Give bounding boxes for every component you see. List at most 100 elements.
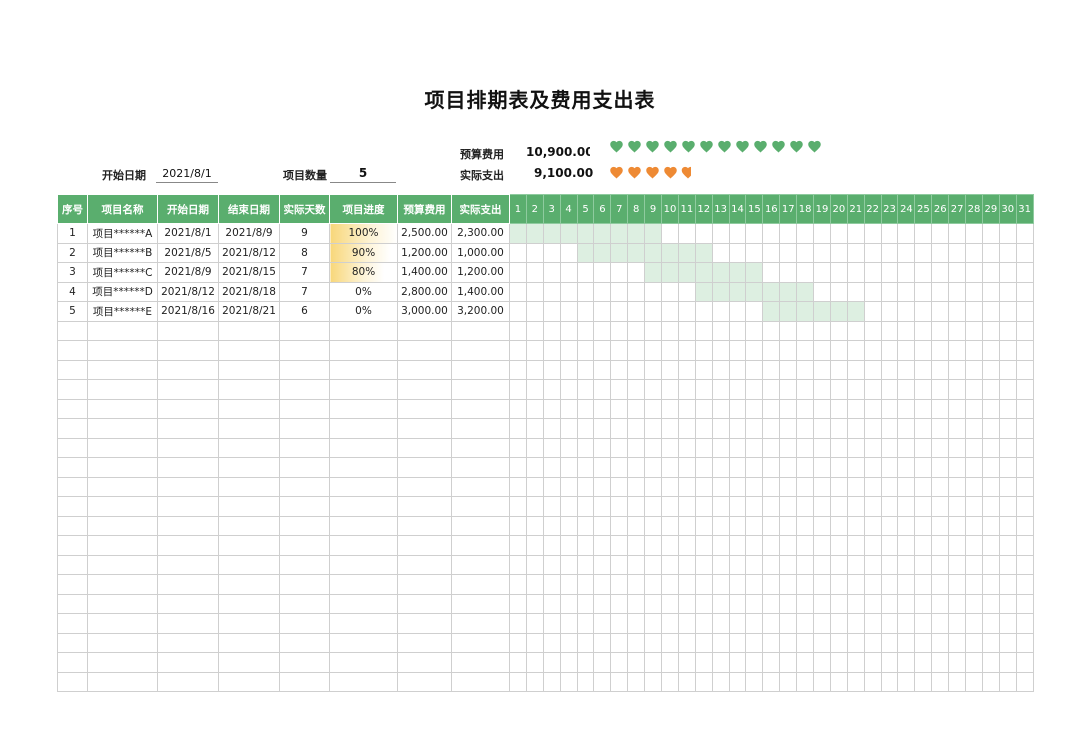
empty-cell[interactable] [1015, 652, 1034, 673]
empty-cell[interactable] [998, 671, 1017, 692]
empty-cell[interactable] [762, 671, 781, 692]
empty-cell[interactable] [542, 418, 561, 439]
cell-progress[interactable]: 80% [329, 262, 398, 283]
empty-cell[interactable] [542, 379, 561, 400]
empty-cell[interactable] [998, 496, 1017, 517]
empty-cell[interactable] [87, 320, 158, 341]
empty-cell[interactable] [157, 398, 219, 419]
empty-cell[interactable] [829, 457, 848, 478]
empty-cell[interactable] [610, 671, 629, 692]
empty-cell[interactable] [948, 437, 967, 458]
empty-cell[interactable] [728, 671, 747, 692]
empty-cell[interactable] [610, 398, 629, 419]
empty-cell[interactable] [610, 632, 629, 653]
empty-cell[interactable] [931, 476, 950, 497]
empty-cell[interactable] [576, 535, 595, 556]
empty-cell[interactable] [965, 340, 983, 361]
empty-cell[interactable] [931, 535, 950, 556]
empty-cell[interactable] [661, 379, 679, 400]
empty-cell[interactable] [998, 476, 1017, 497]
empty-cell[interactable] [931, 554, 950, 575]
empty-cell[interactable] [593, 359, 612, 380]
empty-cell[interactable] [779, 398, 798, 419]
empty-cell[interactable] [1015, 398, 1034, 419]
empty-cell[interactable] [694, 379, 713, 400]
empty-cell[interactable] [711, 398, 730, 419]
empty-cell[interactable] [397, 574, 452, 595]
empty-cell[interactable] [218, 496, 280, 517]
empty-cell[interactable] [779, 379, 798, 400]
empty-cell[interactable] [661, 632, 679, 653]
empty-cell[interactable] [796, 418, 815, 439]
cell-name[interactable]: 项目******C [87, 262, 158, 283]
empty-cell[interactable] [593, 320, 612, 341]
cell-no[interactable]: 4 [57, 281, 88, 302]
empty-cell[interactable] [57, 574, 88, 595]
empty-cell[interactable] [965, 476, 983, 497]
empty-cell[interactable] [329, 652, 398, 673]
empty-cell[interactable] [796, 593, 815, 614]
empty-cell[interactable] [610, 340, 629, 361]
empty-cell[interactable] [610, 457, 629, 478]
empty-cell[interactable] [627, 613, 646, 634]
empty-cell[interactable] [451, 457, 510, 478]
cell-no[interactable]: 2 [57, 242, 88, 263]
empty-cell[interactable] [279, 613, 330, 634]
empty-cell[interactable] [948, 652, 967, 673]
empty-cell[interactable] [451, 340, 510, 361]
empty-cell[interactable] [981, 457, 1000, 478]
empty-cell[interactable] [829, 574, 848, 595]
empty-cell[interactable] [745, 554, 764, 575]
empty-cell[interactable] [218, 554, 280, 575]
empty-cell[interactable] [846, 593, 865, 614]
empty-cell[interactable] [525, 613, 544, 634]
empty-cell[interactable] [829, 398, 848, 419]
empty-cell[interactable] [627, 340, 646, 361]
empty-cell[interactable] [829, 535, 848, 556]
empty-cell[interactable] [829, 593, 848, 614]
empty-cell[interactable] [846, 496, 865, 517]
empty-cell[interactable] [745, 437, 764, 458]
empty-cell[interactable] [694, 496, 713, 517]
empty-cell[interactable] [779, 671, 798, 692]
empty-cell[interactable] [694, 632, 713, 653]
empty-cell[interactable] [998, 652, 1017, 673]
empty-cell[interactable] [796, 457, 815, 478]
empty-cell[interactable] [576, 613, 595, 634]
empty-cell[interactable] [610, 320, 629, 341]
cell-end[interactable]: 2021/8/15 [218, 262, 280, 283]
empty-cell[interactable] [677, 359, 696, 380]
empty-cell[interactable] [279, 515, 330, 536]
empty-cell[interactable] [897, 457, 916, 478]
empty-cell[interactable] [813, 340, 831, 361]
empty-cell[interactable] [829, 515, 848, 536]
empty-cell[interactable] [796, 340, 815, 361]
cell-progress[interactable]: 0% [329, 281, 398, 302]
empty-cell[interactable] [593, 398, 612, 419]
empty-cell[interactable] [329, 457, 398, 478]
empty-cell[interactable] [694, 418, 713, 439]
empty-cell[interactable] [593, 457, 612, 478]
empty-cell[interactable] [897, 340, 916, 361]
empty-cell[interactable] [1015, 418, 1034, 439]
cell-end[interactable]: 2021/8/9 [218, 223, 280, 244]
empty-cell[interactable] [329, 340, 398, 361]
empty-cell[interactable] [981, 418, 1000, 439]
empty-cell[interactable] [157, 476, 219, 497]
empty-cell[interactable] [627, 359, 646, 380]
empty-cell[interactable] [931, 457, 950, 478]
empty-cell[interactable] [829, 632, 848, 653]
empty-cell[interactable] [846, 671, 865, 692]
empty-cell[interactable] [451, 554, 510, 575]
empty-cell[interactable] [981, 652, 1000, 673]
empty-cell[interactable] [397, 320, 452, 341]
cell-budget[interactable]: 3,000.00 [397, 301, 452, 322]
empty-cell[interactable] [981, 437, 1000, 458]
empty-cell[interactable] [329, 359, 398, 380]
empty-cell[interactable] [542, 671, 561, 692]
empty-cell[interactable] [711, 632, 730, 653]
empty-cell[interactable] [397, 554, 452, 575]
empty-cell[interactable] [981, 535, 1000, 556]
empty-cell[interactable] [745, 593, 764, 614]
empty-cell[interactable] [576, 476, 595, 497]
